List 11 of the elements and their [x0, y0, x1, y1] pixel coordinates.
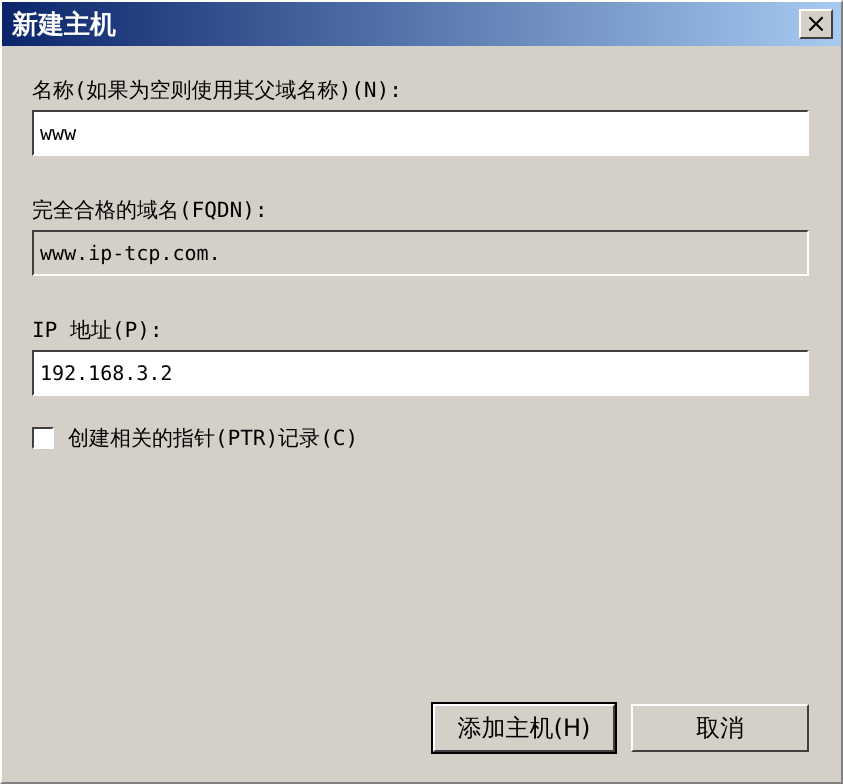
checkbox-label: 创建相关的指针(PTR)记录(C) — [68, 425, 358, 452]
field-label: 名称(如果为空则使用其父域名称)(N): — [32, 77, 403, 104]
field-label: 完全合格的域名(FQDN): — [32, 197, 269, 224]
dialog-button[interactable]: 添加主机(H) — [433, 704, 615, 752]
close-button[interactable]: × — [799, 9, 833, 39]
text-field[interactable]: www — [32, 110, 809, 156]
text-field[interactable]: 192.168.3.2 — [32, 350, 809, 396]
field-label: IP 地址(P): — [32, 317, 164, 344]
window-title: 新建主机 — [12, 8, 116, 42]
dialog-button[interactable]: 取消 — [631, 704, 809, 752]
checkbox[interactable] — [32, 427, 54, 449]
